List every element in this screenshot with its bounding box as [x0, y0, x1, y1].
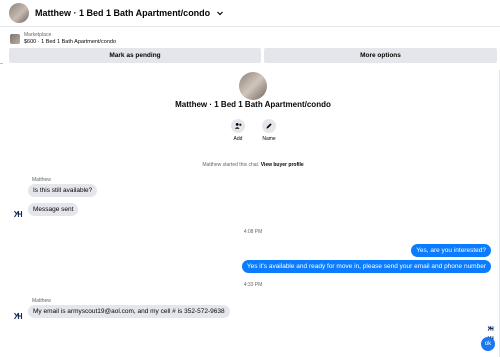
add-contact-button[interactable]: Add — [223, 119, 253, 142]
timestamp: 4:33 PM — [243, 282, 263, 288]
chat-started-note: Matthew started this chat. View buyer pr… — [150, 162, 356, 168]
mark-as-pending-button[interactable]: Mark as pending — [9, 48, 261, 63]
incoming-message[interactable]: Message sent — [28, 203, 79, 216]
header-title[interactable]: Matthew · 1 Bed 1 Bath Apartment/condo — [35, 8, 210, 18]
profile-name: Matthew · 1 Bed 1 Bath Apartment/condo — [175, 100, 331, 109]
chat-header: Matthew · 1 Bed 1 Bath Apartment/condo — [0, 0, 500, 27]
ok-quick-reply-button[interactable]: ok — [481, 337, 495, 351]
name-label: Name — [262, 136, 276, 142]
incoming-message[interactable]: Is this still available? — [28, 184, 98, 197]
add-person-icon — [231, 119, 245, 133]
view-buyer-profile-link[interactable]: View buyer profile — [261, 162, 304, 168]
listing-kicker: Marketplace — [24, 32, 52, 38]
add-label: Add — [233, 136, 243, 142]
outgoing-message[interactable]: Yes it's available and ready for move in… — [241, 260, 491, 273]
profile-avatar[interactable] — [239, 72, 267, 100]
listing-card[interactable]: Marketplace $600 · 1 Bed 1 Bath Apartmen… — [10, 31, 116, 47]
header-avatar[interactable] — [9, 3, 29, 23]
chat-started-text: Matthew started this chat. — [202, 162, 260, 168]
sender-name: Matthew — [32, 177, 51, 183]
incoming-message[interactable]: My email is armyscout19@aol.com, and my … — [28, 305, 230, 318]
ny-logo-icon[interactable] — [11, 309, 24, 322]
left-divider — [0, 63, 3, 64]
listing-text: Marketplace $600 · 1 Bed 1 Bath Apartmen… — [24, 32, 116, 46]
pencil-icon — [262, 119, 276, 133]
listing-thumbnail — [10, 34, 20, 44]
outgoing-message[interactable]: Yes, are you interested? — [411, 244, 491, 257]
sender-name: Matthew — [32, 298, 51, 304]
left-rail — [0, 27, 4, 87]
listing-title: $600 · 1 Bed 1 Bath Apartment/condo — [24, 39, 117, 45]
more-options-button[interactable]: More options — [264, 48, 497, 63]
edit-name-button[interactable]: Name — [254, 119, 284, 142]
seen-indicator-icon — [486, 324, 494, 332]
chevron-down-icon[interactable] — [215, 8, 225, 18]
ny-logo-icon[interactable] — [11, 207, 24, 220]
timestamp: 4:08 PM — [243, 229, 263, 235]
